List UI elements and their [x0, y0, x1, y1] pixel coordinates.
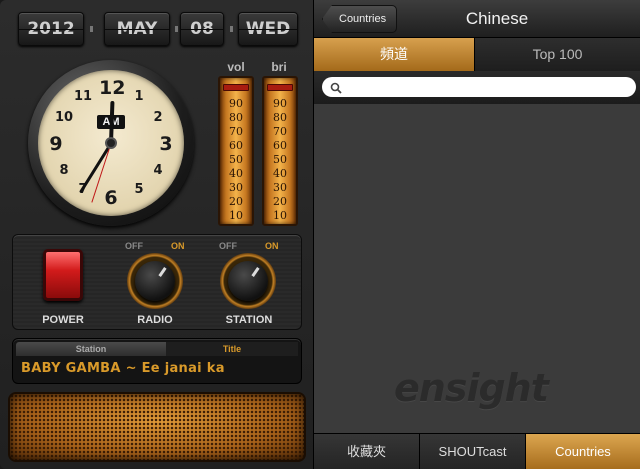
bri-label: bri	[271, 60, 287, 74]
clock-number: 4	[153, 163, 163, 178]
meter-tick: 50	[273, 153, 287, 166]
station-on-label: ON	[265, 241, 279, 251]
tab-favorites[interactable]: 收藏夾	[314, 434, 420, 469]
clock-number: 2	[153, 110, 163, 125]
vol-slider[interactable]: 90 80 70 60 50 40 30 20 10	[218, 76, 254, 226]
meter-tick: 80	[273, 111, 287, 124]
date-display: 2012 MAY 08 WED	[18, 12, 298, 46]
clock-hub	[105, 137, 117, 149]
clock-number: 1	[134, 89, 144, 104]
segment-channels[interactable]: 頻道	[314, 38, 474, 71]
radio-off-label: OFF	[125, 241, 143, 251]
control-panel: POWER OFF ON RADIO OFF ON STATION	[12, 234, 302, 330]
clock-number: 9	[49, 133, 63, 155]
bri-slider-handle[interactable]	[267, 84, 293, 91]
page-title: Chinese	[465, 9, 529, 28]
meter-tick: 20	[229, 195, 243, 208]
meter-tick: 80	[229, 111, 243, 124]
meter-tick: 40	[273, 167, 287, 180]
station-knob-cap[interactable]	[228, 261, 268, 301]
speaker-grille	[8, 392, 306, 462]
meter-tick: 20	[273, 195, 287, 208]
meter-tick: 10	[229, 209, 243, 222]
meter-tick: 40	[229, 167, 243, 180]
ensight-logo: ensight	[394, 366, 549, 410]
knob-indicator	[251, 267, 260, 277]
display-tabs: Station Title	[16, 342, 298, 356]
back-button[interactable]: Countries	[322, 5, 398, 33]
station-knob[interactable]	[220, 253, 276, 309]
radio-panel: 2012 MAY 08 WED 12 1 2 3 4 5 6 7 8 9 10 …	[0, 0, 314, 469]
segment-top100[interactable]: Top 100	[474, 38, 640, 71]
bri-slider[interactable]: 90 80 70 60 50 40 30 20 10	[262, 76, 298, 226]
search-bar	[314, 71, 640, 104]
meter-tick: 90	[273, 97, 287, 110]
date-separator	[230, 26, 233, 32]
clock-number: 10	[54, 110, 74, 125]
meter-tick: 60	[229, 139, 243, 152]
analog-clock: 12 1 2 3 4 5 6 7 8 9 10 11 AM	[28, 60, 194, 226]
tab-bar: 收藏夾 SHOUTcast Countries	[314, 433, 640, 469]
station-label: STATION	[225, 314, 273, 326]
radio-knob-cap[interactable]	[135, 261, 175, 301]
now-playing-display: Station Title BABY GAMBA ~ Ee janai ka	[12, 338, 302, 384]
year-display: 2012	[18, 12, 84, 46]
meter-tick: 10	[273, 209, 287, 222]
radio-knob[interactable]	[127, 253, 183, 309]
navigation-bar: Countries Chinese	[314, 0, 640, 38]
meter-tick: 70	[273, 125, 287, 138]
meter-tick: 30	[229, 181, 243, 194]
meter-tick: 70	[229, 125, 243, 138]
meter-tick: 50	[229, 153, 243, 166]
month-display: MAY	[104, 12, 170, 46]
power-button[interactable]	[43, 249, 83, 301]
now-playing-text: BABY GAMBA ~ Ee janai ka	[21, 361, 225, 376]
station-off-label: OFF	[219, 241, 237, 251]
clock-number: 3	[159, 133, 173, 155]
clock-number: 8	[59, 163, 69, 178]
vol-slider-handle[interactable]	[223, 84, 249, 91]
power-label: POWER	[42, 314, 84, 326]
vol-label: vol	[227, 60, 245, 74]
tab-shoutcast[interactable]: SHOUTcast	[420, 434, 526, 469]
meter-tick: 90	[229, 97, 243, 110]
segmented-control: 頻道 Top 100	[314, 38, 640, 71]
station-list[interactable]: ensight	[314, 104, 640, 433]
clock-face: 12 1 2 3 4 5 6 7 8 9 10 11 AM	[38, 70, 184, 216]
tab-countries[interactable]: Countries	[526, 434, 640, 469]
display-tab-station[interactable]: Station	[16, 342, 166, 356]
search-input[interactable]	[322, 77, 636, 97]
date-separator	[90, 26, 93, 32]
radio-label: RADIO	[137, 314, 173, 326]
meter-tick: 60	[273, 139, 287, 152]
clock-number: 5	[134, 182, 144, 197]
day-display: 08	[180, 12, 224, 46]
weekday-display: WED	[238, 12, 298, 46]
radio-on-label: ON	[171, 241, 185, 251]
clock-number: 12	[99, 77, 126, 99]
clock-number: 11	[73, 89, 93, 104]
display-tab-title[interactable]: Title	[166, 342, 298, 356]
date-separator	[175, 26, 178, 32]
knob-indicator	[158, 267, 167, 277]
search-icon	[330, 82, 342, 94]
clock-number: 6	[104, 187, 118, 209]
station-browser: Countries Chinese 頻道 Top 100 ensight 收藏夾…	[314, 0, 640, 469]
meter-tick: 30	[273, 181, 287, 194]
